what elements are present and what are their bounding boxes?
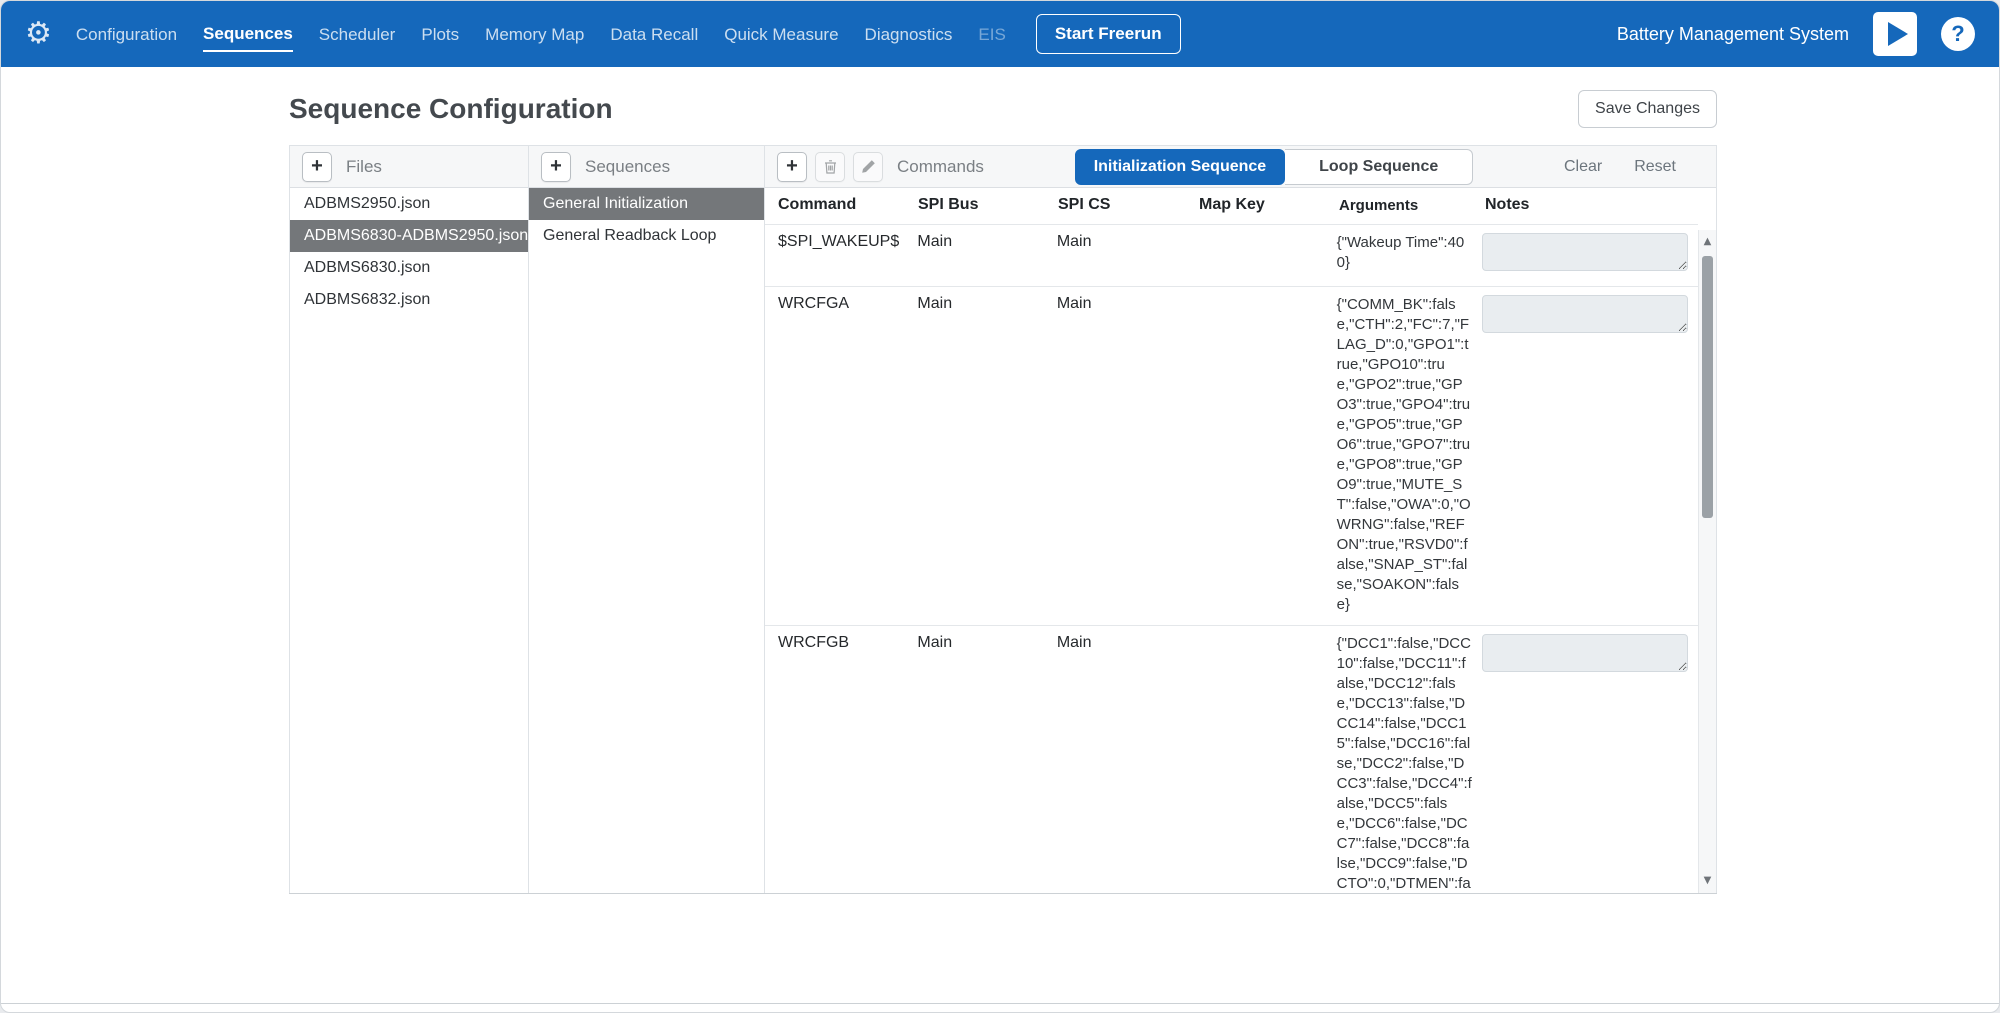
- save-changes-button[interactable]: Save Changes: [1578, 90, 1717, 128]
- scrollbar-thumb[interactable]: [1702, 256, 1713, 518]
- column-header-map-key: Map Key: [1199, 196, 1339, 214]
- nav-item-sequences[interactable]: Sequences: [203, 16, 293, 52]
- nav-item-plots[interactable]: Plots: [421, 17, 459, 51]
- nav-item-memory-map[interactable]: Memory Map: [485, 17, 584, 51]
- add-command-button[interactable]: +: [777, 152, 807, 182]
- sequences-list: General Initialization General Readback …: [529, 188, 764, 252]
- nav-item-diagnostics[interactable]: Diagnostics: [865, 17, 953, 51]
- notes-cell: [1482, 634, 1698, 677]
- app-brand: Battery Management System: [1617, 24, 1849, 45]
- file-item[interactable]: ADBMS6832.json: [290, 284, 528, 316]
- table-row[interactable]: $SPI_WAKEUP$ Main Main {"Wakeup Time":40…: [765, 225, 1698, 287]
- sequence-item[interactable]: General Readback Loop: [529, 220, 764, 252]
- commands-panel: + Commands: [764, 146, 1717, 893]
- notes-input[interactable]: [1482, 295, 1688, 333]
- file-item[interactable]: ADBMS2950.json: [290, 188, 528, 220]
- notes-cell: [1482, 233, 1698, 276]
- spi-cs-cell: Main: [1057, 233, 1197, 251]
- commands-header-links: Clear Reset: [1564, 158, 1676, 176]
- notes-input[interactable]: [1482, 233, 1688, 271]
- arguments-cell: {"COMM_BK":false,"CTH":2,"FC":7,"FLAG_D"…: [1337, 295, 1482, 615]
- column-header-arguments: Arguments: [1339, 196, 1485, 216]
- navbar: ⚙ Configuration Sequences Scheduler Plot…: [1, 1, 1999, 67]
- nav-item-configuration[interactable]: Configuration: [76, 17, 177, 51]
- table-scrollbar[interactable]: ▲ ▼: [1698, 230, 1716, 893]
- files-panel-header: + Files: [290, 146, 528, 188]
- sequences-panel-label: Sequences: [585, 157, 670, 177]
- commands-panel-label: Commands: [897, 157, 984, 177]
- column-header-spi-cs: SPI CS: [1058, 196, 1199, 214]
- column-header-command: Command: [765, 196, 918, 214]
- table-header-row: Command SPI Bus SPI CS Map Key Arguments…: [765, 188, 1698, 225]
- spi-bus-cell: Main: [917, 634, 1056, 652]
- nav-item-scheduler[interactable]: Scheduler: [319, 17, 396, 51]
- clear-button[interactable]: Clear: [1564, 158, 1602, 176]
- arguments-cell: {"Wakeup Time":400}: [1337, 233, 1482, 273]
- file-item-selected[interactable]: ADBMS6830-ADBMS2950.json: [290, 220, 528, 252]
- initialization-sequence-tab[interactable]: Initialization Sequence: [1075, 149, 1285, 185]
- sequences-panel-header: + Sequences: [529, 146, 764, 188]
- edit-command-button[interactable]: [853, 152, 883, 182]
- scroll-up-icon[interactable]: ▲: [1699, 232, 1716, 252]
- command-cell: $SPI_WAKEUP$: [765, 233, 917, 251]
- arguments-cell: {"DCC1":false,"DCC10":false,"DCC11":fals…: [1337, 634, 1482, 893]
- commands-table-body: Command SPI Bus SPI CS Map Key Arguments…: [765, 188, 1716, 893]
- app-window: ⚙ Configuration Sequences Scheduler Plot…: [0, 0, 2000, 1013]
- spi-cs-cell: Main: [1057, 295, 1197, 313]
- file-item[interactable]: ADBMS6830.json: [290, 252, 528, 284]
- add-file-button[interactable]: +: [302, 152, 332, 182]
- column-header-spi-bus: SPI Bus: [918, 196, 1058, 214]
- commands-panel-header: + Commands: [765, 146, 1716, 188]
- help-button[interactable]: ?: [1941, 17, 1975, 51]
- window-bottom-divider: [1, 1003, 1999, 1004]
- loop-sequence-tab[interactable]: Loop Sequence: [1285, 149, 1473, 185]
- commands-table: Command SPI Bus SPI CS Map Key Arguments…: [765, 188, 1698, 893]
- nav-links: Configuration Sequences Scheduler Plots …: [76, 16, 1006, 52]
- sequence-type-toggle: Initialization Sequence Loop Sequence: [1075, 149, 1473, 185]
- nav-item-data-recall[interactable]: Data Recall: [610, 17, 698, 51]
- play-icon: [1888, 22, 1908, 46]
- notes-cell: [1482, 295, 1698, 338]
- nav-item-quick-measure[interactable]: Quick Measure: [724, 17, 838, 51]
- command-cell: WRCFGB: [765, 634, 917, 652]
- help-icon: ?: [1951, 21, 1964, 47]
- panels: + Files ADBMS2950.json ADBMS6830-ADBMS29…: [289, 145, 1717, 894]
- pencil-icon: [861, 159, 876, 174]
- files-list: ADBMS2950.json ADBMS6830-ADBMS2950.json …: [290, 188, 528, 316]
- files-panel-label: Files: [346, 157, 382, 177]
- page-header: Sequence Configuration Save Changes: [289, 89, 1717, 129]
- spi-bus-cell: Main: [917, 295, 1056, 313]
- spi-bus-cell: Main: [917, 233, 1056, 251]
- table-row[interactable]: WRCFGA Main Main {"COMM_BK":false,"CTH":…: [765, 287, 1698, 626]
- gear-icon[interactable]: ⚙: [25, 19, 52, 49]
- command-cell: WRCFGA: [765, 295, 917, 313]
- table-row[interactable]: WRCFGB Main Main {"DCC1":false,"DCC10":f…: [765, 626, 1698, 893]
- play-button[interactable]: [1873, 12, 1917, 56]
- column-header-notes: Notes: [1485, 196, 1698, 214]
- sequences-panel: + Sequences General Initialization Gener…: [528, 146, 764, 893]
- reset-button[interactable]: Reset: [1634, 158, 1676, 176]
- navbar-right: Battery Management System ?: [1617, 12, 1975, 56]
- delete-command-button[interactable]: [815, 152, 845, 182]
- spi-cs-cell: Main: [1057, 634, 1197, 652]
- nav-item-eis: EIS: [978, 17, 1005, 51]
- files-panel: + Files ADBMS2950.json ADBMS6830-ADBMS29…: [289, 146, 528, 893]
- sequence-item-selected[interactable]: General Initialization: [529, 188, 764, 220]
- scroll-down-icon[interactable]: ▼: [1699, 871, 1716, 891]
- start-freerun-button[interactable]: Start Freerun: [1036, 14, 1181, 54]
- add-sequence-button[interactable]: +: [541, 152, 571, 182]
- trash-icon: [823, 159, 838, 175]
- page-title: Sequence Configuration: [289, 93, 613, 125]
- notes-input[interactable]: [1482, 634, 1688, 672]
